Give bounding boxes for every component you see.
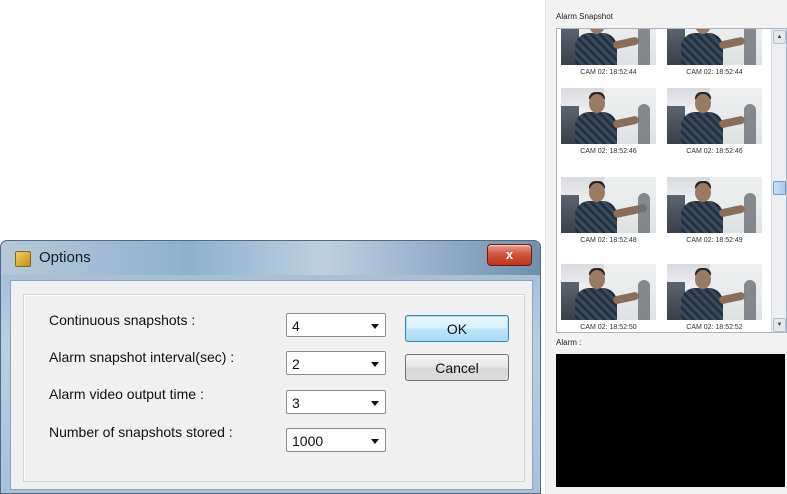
- snapshot-thumbnail[interactable]: CAM 02: 18:52:44: [561, 29, 656, 79]
- snapshot-thumbnail[interactable]: CAM 02: 18:52:48: [561, 177, 656, 247]
- select-value: 4: [292, 318, 300, 334]
- select-value: 3: [292, 395, 300, 411]
- options-app-icon: [15, 251, 31, 267]
- alarm-snapshot-title: Alarm Snapshot: [556, 12, 613, 21]
- scrollbar-thumb[interactable]: [773, 181, 786, 195]
- snapshot-thumbnail[interactable]: CAM 02: 18:52:44: [667, 29, 762, 79]
- alarm-video-view: [556, 354, 785, 487]
- chevron-down-icon: [371, 439, 379, 444]
- dialog-title: Options: [39, 249, 91, 266]
- snapshot-image: [667, 29, 762, 65]
- select-value: 1000: [292, 433, 324, 449]
- cancel-button[interactable]: Cancel: [405, 354, 509, 381]
- snapshot-thumbnail[interactable]: CAM 02: 18:52:46: [561, 88, 656, 158]
- snapshot-thumbnail[interactable]: CAM 02: 18:52:50: [561, 264, 656, 332]
- close-icon: x: [505, 247, 514, 262]
- close-button[interactable]: x: [487, 244, 532, 266]
- snapshot-thumbnail[interactable]: CAM 02: 18:52:52: [667, 264, 762, 332]
- scroll-up-arrow-icon[interactable]: ▲: [773, 30, 786, 44]
- alarm-snapshot-interval-label: Alarm snapshot interval(sec) :: [49, 349, 235, 365]
- select-value: 2: [292, 356, 300, 372]
- snapshot-thumbnail[interactable]: CAM 02: 18:52:49: [667, 177, 762, 247]
- alarm-panel: Alarm Snapshot CAM 02: 18:52:44 CAM 02: …: [545, 0, 787, 494]
- scroll-down-arrow-icon[interactable]: ▼: [773, 318, 786, 332]
- alarm-snapshot-interval-select[interactable]: 2: [286, 351, 386, 375]
- chevron-down-icon: [371, 362, 379, 367]
- snapshot-scrollbar[interactable]: ▲ ▼: [771, 29, 786, 332]
- ok-button[interactable]: OK: [405, 315, 509, 342]
- snapshots-stored-select[interactable]: 1000: [286, 428, 386, 452]
- snapshot-caption: CAM 02: 18:52:50: [580, 324, 637, 331]
- chevron-down-icon: [371, 324, 379, 329]
- continuous-snapshots-label: Continuous snapshots :: [49, 312, 196, 328]
- snapshot-caption: CAM 02: 18:52:44: [580, 69, 637, 76]
- snapshot-caption: CAM 02: 18:52:44: [686, 69, 743, 76]
- dialog-titlebar[interactable]: Options x: [1, 241, 540, 275]
- snapshot-image: [561, 29, 656, 65]
- continuous-snapshots-select[interactable]: 4: [286, 313, 386, 337]
- snapshot-list[interactable]: CAM 02: 18:52:44 CAM 02: 18:52:44 CAM 02…: [556, 28, 787, 333]
- snapshot-caption: CAM 02: 18:52:52: [686, 324, 743, 331]
- snapshot-image: [561, 177, 656, 233]
- options-groupbox: Continuous snapshots : 4 Alarm snapshot …: [23, 294, 525, 482]
- snapshot-image: [561, 264, 656, 320]
- snapshot-caption: CAM 02: 18:52:48: [580, 237, 637, 244]
- snapshot-image: [667, 264, 762, 320]
- alarm-video-output-time-label: Alarm video output time :: [49, 386, 204, 402]
- snapshots-stored-label: Number of snapshots stored :: [49, 424, 233, 440]
- options-dialog: Options x Continuous snapshots : 4 Alarm…: [0, 240, 541, 494]
- alarm-video-output-time-select[interactable]: 3: [286, 390, 386, 414]
- dialog-client-area: Continuous snapshots : 4 Alarm snapshot …: [10, 280, 533, 490]
- snapshot-image: [667, 177, 762, 233]
- alarm-label: Alarm :: [556, 338, 582, 347]
- chevron-down-icon: [371, 401, 379, 406]
- snapshot-image: [561, 88, 656, 144]
- snapshot-caption: CAM 02: 18:52:46: [580, 148, 637, 155]
- snapshot-caption: CAM 02: 18:52:49: [686, 237, 743, 244]
- snapshot-caption: CAM 02: 18:52:46: [686, 148, 743, 155]
- snapshot-image: [667, 88, 762, 144]
- snapshot-thumbnail[interactable]: CAM 02: 18:52:46: [667, 88, 762, 158]
